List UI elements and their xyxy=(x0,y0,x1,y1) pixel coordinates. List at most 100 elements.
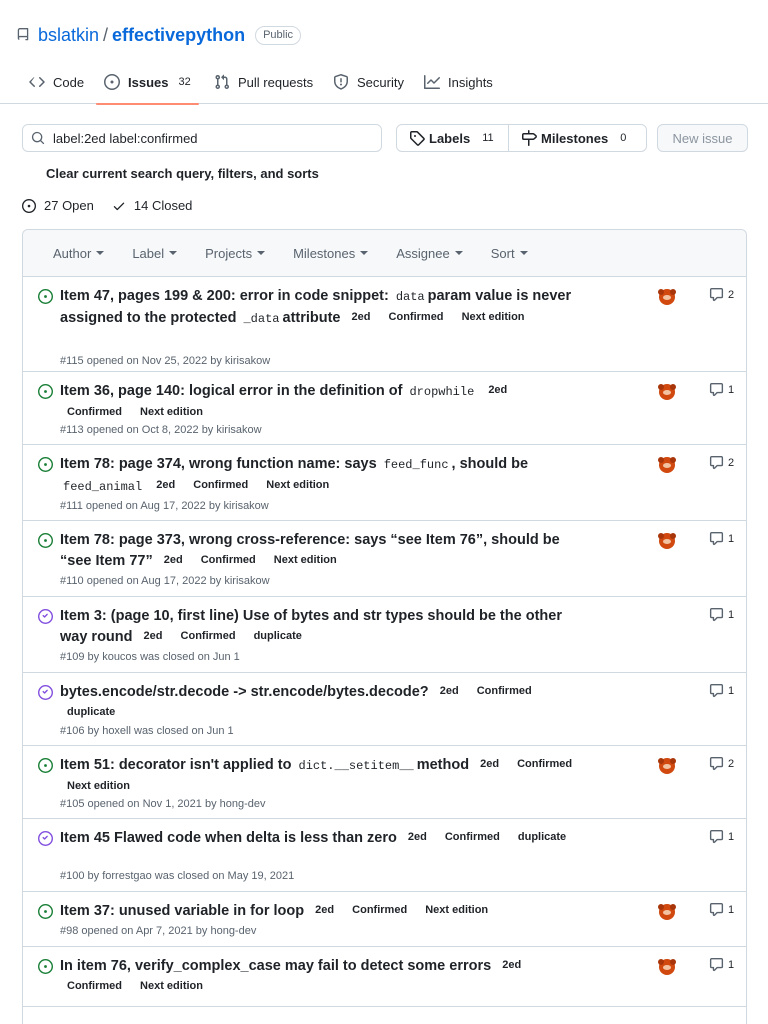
comments-link[interactable]: 1 xyxy=(709,607,734,622)
comments-link[interactable]: 1 xyxy=(709,902,734,917)
issue-label[interactable]: Next edition xyxy=(133,977,210,995)
issue-label[interactable]: 2ed xyxy=(345,308,378,326)
tab-pull-requests[interactable]: Pull requests xyxy=(214,60,313,104)
issue-label[interactable]: 2ed xyxy=(401,828,434,846)
issue-row[interactable]: Item 36, page 140: logical error in the … xyxy=(23,372,746,445)
open-issues-link[interactable]: 27 Open xyxy=(22,198,94,213)
comments-link[interactable]: 2 xyxy=(709,756,734,771)
issue-row[interactable]: Item 37: unused variable in for loop 2ed… xyxy=(23,892,746,947)
issue-label[interactable]: 2ed xyxy=(149,476,182,494)
assignee-avatar[interactable] xyxy=(658,904,676,920)
assignee-avatar[interactable] xyxy=(658,959,676,975)
issue-open-icon xyxy=(38,758,53,773)
issue-title[interactable]: Item 78: page 373, wrong cross-reference… xyxy=(60,530,580,572)
issue-meta: #109 by koucos was closed on Jun 1 xyxy=(60,651,240,663)
repo-name-link[interactable]: effectivepython xyxy=(112,25,245,46)
issue-search-box[interactable] xyxy=(22,124,382,152)
issue-label[interactable]: Confirmed xyxy=(510,755,579,773)
issue-title-text: method xyxy=(416,757,470,773)
closed-issues-link[interactable]: 14 Closed xyxy=(112,198,193,213)
tab-insights[interactable]: Insights xyxy=(424,60,493,104)
issue-label[interactable]: duplicate xyxy=(60,703,122,721)
issue-label[interactable]: Confirmed xyxy=(60,403,129,421)
issue-row[interactable]: Item 3: (page 10, first line) Use of byt… xyxy=(23,597,746,673)
issue-label[interactable]: Next edition xyxy=(455,308,532,326)
issue-label[interactable]: Next edition xyxy=(418,901,495,919)
comments-link[interactable]: 1 xyxy=(709,829,734,844)
chevron-down-icon xyxy=(169,251,178,255)
comment-icon xyxy=(709,683,724,698)
issue-label[interactable]: 2ed xyxy=(433,682,466,700)
issue-label[interactable]: Confirmed xyxy=(194,551,263,569)
issue-label[interactable]: Confirmed xyxy=(382,308,451,326)
comments-link[interactable]: 1 xyxy=(709,957,734,972)
issue-title[interactable]: In item 76, verify_complex_case may fail… xyxy=(60,956,580,998)
issue-label[interactable]: Next edition xyxy=(133,403,210,421)
assignee-avatar[interactable] xyxy=(658,289,676,305)
issue-title-text: bytes.encode/str.decode -> str.encode/by… xyxy=(60,684,429,700)
issue-label[interactable]: 2ed xyxy=(473,755,506,773)
comments-link[interactable]: 1 xyxy=(709,531,734,546)
issue-title[interactable]: Item 51: decorator isn't applied to dict… xyxy=(60,755,580,798)
issue-label[interactable]: Confirmed xyxy=(186,476,255,494)
assignee-avatar[interactable] xyxy=(658,384,676,400)
issue-label[interactable]: Confirmed xyxy=(470,682,539,700)
tab-security[interactable]: Security xyxy=(333,60,404,104)
issue-row[interactable]: bytes.encode/str.decode -> str.encode/by… xyxy=(23,673,746,746)
issue-label[interactable]: duplicate xyxy=(247,627,309,645)
assignee-avatar[interactable] xyxy=(658,533,676,549)
issue-label[interactable]: 2ed xyxy=(481,381,514,399)
issue-rows: Item 47, pages 199 & 200: error in code … xyxy=(23,277,746,1007)
filter-milestones[interactable]: Milestones xyxy=(293,246,369,261)
issue-row[interactable]: In item 76, verify_complex_case may fail… xyxy=(23,947,746,1007)
comments-link[interactable]: 1 xyxy=(709,382,734,397)
issue-row[interactable]: Item 47, pages 199 & 200: error in code … xyxy=(23,277,746,372)
issue-label[interactable]: Next edition xyxy=(259,476,336,494)
new-issue-button[interactable]: New issue xyxy=(657,124,748,152)
issue-label[interactable]: 2ed xyxy=(308,901,341,919)
issue-title[interactable]: Item 78: page 374, wrong function name: … xyxy=(60,454,580,498)
clear-filters-link[interactable]: Clear current search query, filters, and… xyxy=(46,166,319,181)
issue-row[interactable]: Item 78: page 373, wrong cross-reference… xyxy=(23,521,746,597)
assignee-avatar[interactable] xyxy=(658,457,676,473)
issue-title[interactable]: Item 45 Flawed code when delta is less t… xyxy=(60,828,580,849)
issue-title[interactable]: Item 37: unused variable in for loop 2ed… xyxy=(60,901,580,922)
filter-assignee[interactable]: Assignee xyxy=(396,246,463,261)
issue-label[interactable]: Confirmed xyxy=(438,828,507,846)
milestone-icon xyxy=(522,130,537,146)
comments-link[interactable]: 1 xyxy=(709,683,734,698)
filter-projects[interactable]: Projects xyxy=(205,246,266,261)
issue-title[interactable]: Item 47, pages 199 & 200: error in code … xyxy=(60,286,580,330)
comments-link[interactable]: 2 xyxy=(709,455,734,470)
labels-count: 11 xyxy=(482,132,494,144)
issue-label[interactable]: duplicate xyxy=(511,828,573,846)
comments-link[interactable]: 2 xyxy=(709,287,734,302)
issue-title[interactable]: Item 3: (page 10, first line) Use of byt… xyxy=(60,606,580,648)
filter-label[interactable]: Label xyxy=(132,246,178,261)
issue-label[interactable]: 2ed xyxy=(157,551,190,569)
tab-issues[interactable]: Issues 32 xyxy=(96,60,199,105)
issue-row[interactable]: Item 78: page 374, wrong function name: … xyxy=(23,445,746,521)
search-input[interactable] xyxy=(53,130,353,146)
labels-button[interactable]: Labels 11 xyxy=(397,125,509,151)
git-pull-request-icon xyxy=(215,74,230,90)
issue-row[interactable]: Item 45 Flawed code when delta is less t… xyxy=(23,819,746,892)
repo-owner-link[interactable]: bslatkin xyxy=(38,25,99,46)
issue-title[interactable]: Item 36, page 140: logical error in the … xyxy=(60,381,580,424)
issue-label[interactable]: 2ed xyxy=(495,956,528,974)
milestones-button[interactable]: Milestones 0 xyxy=(509,125,638,151)
assignee-avatar[interactable] xyxy=(658,758,676,774)
filter-sort[interactable]: Sort xyxy=(491,246,528,261)
issue-row[interactable]: Item 51: decorator isn't applied to dict… xyxy=(23,746,746,819)
issue-label[interactable]: Next edition xyxy=(267,551,344,569)
issue-label[interactable]: Confirmed xyxy=(345,901,414,919)
issue-label[interactable]: Confirmed xyxy=(60,977,129,995)
issue-label[interactable]: Next edition xyxy=(60,777,137,795)
issue-title-text: Item 47, pages 199 & 200: error in code … xyxy=(60,288,389,304)
issue-label[interactable]: 2ed xyxy=(137,627,170,645)
issue-label[interactable]: Confirmed xyxy=(174,627,243,645)
closed-count-label: 14 Closed xyxy=(133,198,193,213)
tab-code[interactable]: Code xyxy=(29,60,84,104)
filter-author[interactable]: Author xyxy=(53,246,105,261)
issue-title[interactable]: bytes.encode/str.decode -> str.encode/by… xyxy=(60,682,580,724)
